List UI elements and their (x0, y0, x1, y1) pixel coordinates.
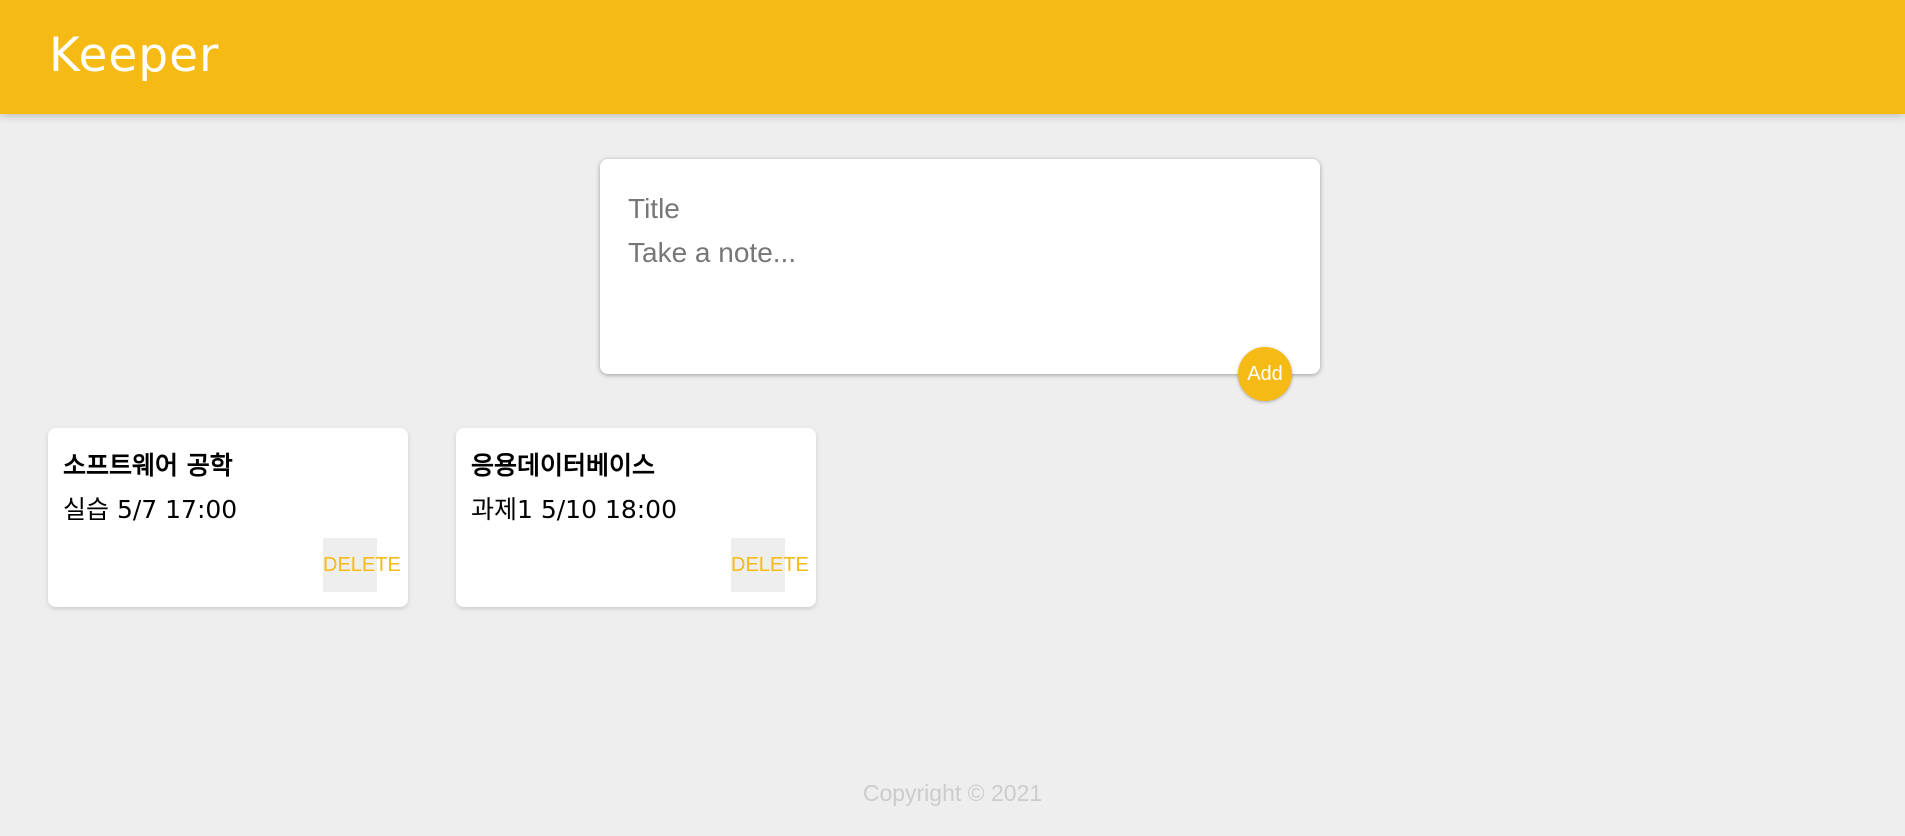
add-note-button[interactable]: Add (1238, 347, 1292, 401)
delete-note-button[interactable]: DELETE (323, 538, 401, 592)
delete-note-button[interactable]: DELETE (731, 538, 809, 592)
note-title-input[interactable] (628, 189, 1288, 229)
note-title: 소프트웨어 공학 (63, 451, 233, 480)
note-content: 실습 5/7 17:00 (63, 495, 238, 524)
create-note-form (600, 159, 1320, 374)
note-content-input[interactable] (628, 237, 1288, 347)
note-content: 과제1 5/10 18:00 (471, 495, 677, 524)
note-card: 소프트웨어 공학 실습 5/7 17:00 DELETE (48, 428, 408, 607)
app-title: Keeper (49, 28, 220, 83)
note-title: 응용데이터베이스 (471, 451, 656, 480)
footer: Copyright © 2021 (0, 780, 1905, 807)
copyright-text: Copyright © 2021 (862, 780, 1043, 806)
app-header: Keeper (0, 0, 1905, 114)
note-card: 응용데이터베이스 과제1 5/10 18:00 DELETE (456, 428, 816, 607)
